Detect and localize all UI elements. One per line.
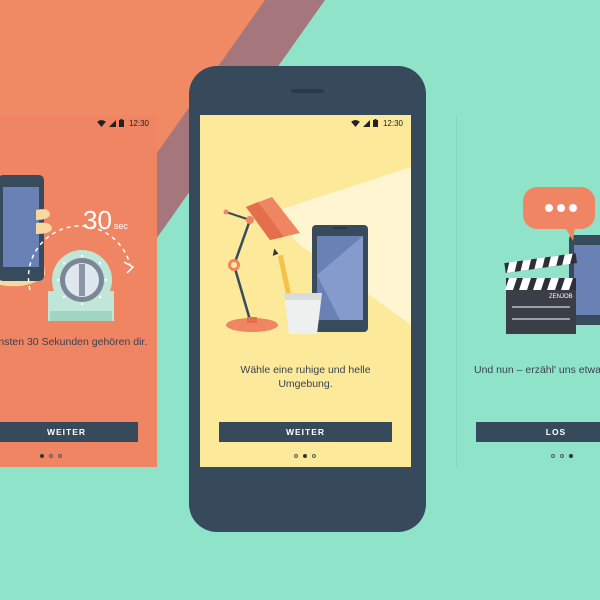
page-dot xyxy=(560,454,564,458)
clapper-label: ZENJOB xyxy=(549,294,573,300)
page-indicator xyxy=(551,454,573,458)
page-dot xyxy=(58,454,62,458)
page-indicator xyxy=(294,454,316,458)
onboarding-screen-2: 12:30 Wähle eine ruhige und helle Umgebu… xyxy=(200,115,411,467)
page-dot xyxy=(49,454,53,458)
lamp-illustration xyxy=(223,167,411,334)
weiter-button[interactable]: WEITER xyxy=(0,422,138,442)
weiter-button[interactable]: WEITER xyxy=(219,422,392,442)
timer-illustration xyxy=(0,175,135,321)
page-dot xyxy=(569,454,573,458)
screen-caption: Wähle eine ruhige und helle Umgebung. xyxy=(240,364,371,390)
page-indicator xyxy=(40,454,62,458)
page-dot xyxy=(312,454,316,458)
screen-caption: Und nun – erzähl' uns etwas über dich xyxy=(474,364,600,376)
onboarding-screen-3: ZENJOB Und nun – erzähl' uns etwas über … xyxy=(457,115,600,467)
page-dot xyxy=(40,454,44,458)
earpiece xyxy=(291,89,324,93)
clapper-illustration xyxy=(504,187,600,334)
page-dot xyxy=(294,454,298,458)
onboarding-screen-1: 12:30 30sec Die nächsten 30 Sekunden geh… xyxy=(0,115,157,467)
page-dot xyxy=(303,454,307,458)
page-dot xyxy=(551,454,555,458)
timer-label: 30 sec xyxy=(83,205,128,236)
timer-value: 30 xyxy=(83,205,112,235)
los-button[interactable]: LOS xyxy=(476,422,600,442)
screen-caption: Die nächsten 30 Sekunden gehören dir. xyxy=(0,336,148,348)
timer-unit: sec xyxy=(113,221,128,231)
